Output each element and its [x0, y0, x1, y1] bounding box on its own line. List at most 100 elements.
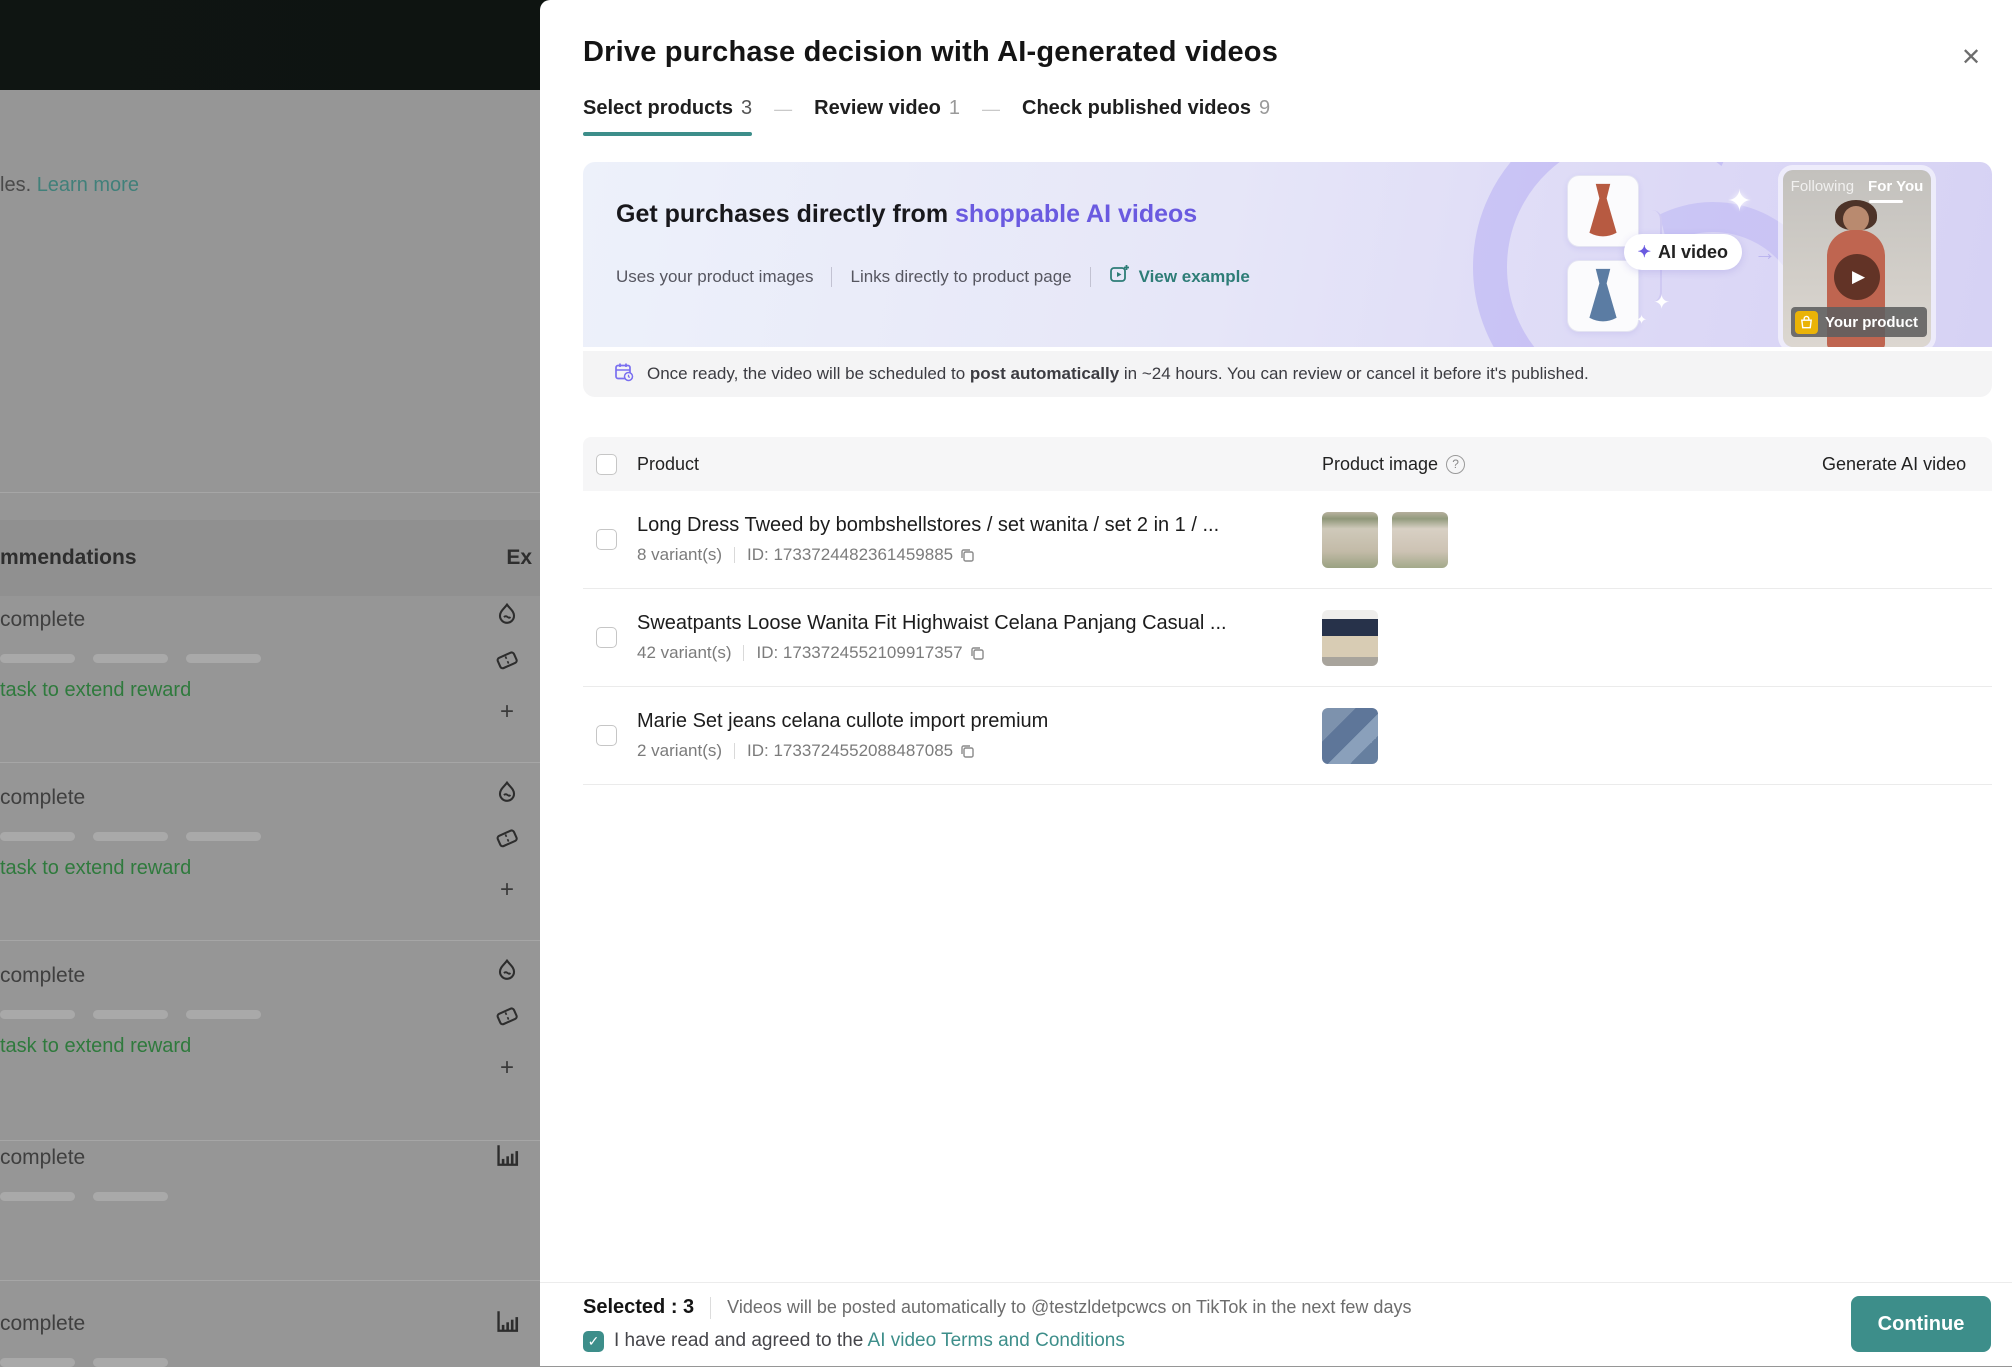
tab-label: Select products — [583, 97, 733, 120]
divider — [0, 940, 540, 941]
bar-chart-icon — [494, 1308, 520, 1339]
for-you-underline — [1869, 200, 1903, 203]
orange-dress-icon — [1574, 180, 1632, 242]
product-thumbnail — [1392, 512, 1448, 568]
stat-card: complete — [0, 1146, 540, 1201]
divider — [0, 1280, 540, 1281]
product-thumbnail — [1322, 512, 1378, 568]
product-card-dress-orange — [1567, 175, 1639, 247]
stat-card: complete — [0, 1312, 540, 1367]
calendar-clock-icon — [613, 361, 635, 388]
product-thumbnail — [1322, 610, 1378, 666]
flame-icon — [494, 958, 520, 989]
divider — [0, 492, 540, 493]
row-checkbox[interactable] — [596, 627, 617, 648]
ai-video-pill: ✦ AI video — [1624, 234, 1742, 270]
tiktok-video-preview: Following For You ▶ Your product — [1783, 170, 1931, 347]
plus-icon: + — [500, 1054, 514, 1082]
modal-footer: Selected : 3 Videos will be posted autom… — [540, 1282, 2012, 1366]
plus-icon: + — [500, 876, 514, 904]
flame-icon — [494, 602, 520, 633]
reward-icons: + — [494, 780, 520, 904]
close-icon[interactable]: ✕ — [1956, 42, 1986, 72]
progress-bar — [0, 1192, 540, 1201]
divider — [0, 762, 540, 763]
sparkle-icon: ✦ — [1636, 312, 1647, 328]
promo-banner: Get purchases directly from shoppable AI… — [583, 162, 1992, 347]
your-product-chip: Your product — [1791, 307, 1927, 337]
product-column-header: Product — [637, 454, 1322, 475]
background-section-header: mmendations Ex — [0, 520, 540, 596]
tab-label: Review video — [814, 97, 941, 120]
generate-ai-video-column-header: Generate AI video — [1822, 454, 1992, 475]
variant-count: 8 variant(s) — [637, 545, 722, 565]
extend-reward-link: task to extend reward — [0, 857, 540, 880]
copy-icon[interactable] — [959, 743, 975, 759]
row-checkbox[interactable] — [596, 725, 617, 746]
divider — [831, 267, 832, 287]
terms-checkbox[interactable]: ✓ — [583, 1331, 604, 1352]
tab-count: 1 — [949, 97, 960, 120]
reward-card: complete task to extend reward + — [0, 608, 540, 702]
schedule-note: Once ready, the video will be scheduled … — [583, 351, 1992, 397]
reward-icons: + — [494, 958, 520, 1082]
sparkle-icon: ✦ — [1638, 242, 1651, 262]
shopping-bag-icon — [1795, 311, 1818, 334]
notice-truncated-text: les. — [0, 174, 31, 196]
copy-icon[interactable] — [969, 645, 985, 661]
product-title: Sweatpants Loose Wanita Fit Highwaist Ce… — [637, 612, 1322, 635]
table-row: Marie Set jeans celana cullote import pr… — [583, 687, 1992, 785]
view-example-label: View example — [1139, 267, 1250, 287]
play-button-icon: ▶ — [1834, 254, 1880, 300]
step-tabs: Select products 3 — Review video 1 — Che… — [583, 97, 1992, 136]
view-example-link[interactable]: View example — [1109, 263, 1250, 290]
selected-count: Selected : 3 — [583, 1296, 694, 1319]
row-checkbox[interactable] — [596, 529, 617, 550]
tab-check-published-videos[interactable]: Check published videos 9 — [1022, 97, 1270, 120]
product-thumbnail — [1322, 708, 1378, 764]
product-title: Long Dress Tweed by bombshellstores / se… — [637, 514, 1322, 537]
ai-video-pill-label: AI video — [1658, 242, 1728, 263]
divider — [734, 547, 735, 563]
following-tab-label: Following — [1791, 178, 1854, 195]
reward-icons: + — [494, 602, 520, 726]
copy-icon[interactable] — [959, 547, 975, 563]
agreement-text: I have read and agreed to the AI video T… — [614, 1330, 1125, 1352]
product-title: Marie Set jeans celana cullote import pr… — [637, 710, 1322, 733]
feature-text: Uses your product images — [616, 267, 813, 287]
task-status-text: complete — [0, 786, 540, 810]
terms-and-conditions-link[interactable]: AI video Terms and Conditions — [868, 1330, 1125, 1351]
reward-card: complete task to extend reward + — [0, 786, 540, 880]
extend-reward-link: task to extend reward — [0, 679, 540, 702]
section-header-right-truncated: Ex — [506, 546, 532, 570]
continue-button[interactable]: Continue — [1851, 1296, 1991, 1352]
product-id: ID: 1733724482361459885 — [747, 545, 953, 565]
table-row: Sweatpants Loose Wanita Fit Highwaist Ce… — [583, 589, 1992, 687]
table-header-row: Product Product image ? Generate AI vide… — [583, 437, 1992, 491]
tab-count: 9 — [1259, 97, 1270, 120]
tab-count: 3 — [741, 97, 752, 120]
ai-video-modal: Drive purchase decision with AI-generate… — [540, 0, 2012, 1366]
tab-select-products[interactable]: Select products 3 — [583, 97, 752, 136]
arrow-right-icon: → — [1754, 240, 1776, 266]
select-all-checkbox[interactable] — [596, 454, 617, 475]
blue-dress-icon — [1574, 265, 1632, 327]
sparkle-icon: ✦ — [1653, 290, 1670, 315]
tab-separator: — — [982, 99, 1000, 120]
your-product-label: Your product — [1825, 314, 1918, 331]
task-status-text: complete — [0, 1146, 540, 1170]
progress-bar — [0, 654, 540, 663]
divider — [710, 1297, 711, 1319]
product-image-column-header: Product image — [1322, 454, 1438, 475]
plus-icon: + — [500, 698, 514, 726]
tab-review-video[interactable]: Review video 1 — [814, 97, 960, 120]
tab-separator: — — [774, 99, 792, 120]
ticket-icon — [494, 647, 520, 678]
recommendations-header-truncated: mmendations — [0, 546, 137, 570]
bar-chart-icon — [494, 1142, 520, 1173]
progress-bar — [0, 832, 540, 841]
help-icon[interactable]: ? — [1446, 455, 1465, 474]
ticket-icon — [494, 825, 520, 856]
learn-more-link: Learn more — [37, 174, 139, 196]
divider — [734, 743, 735, 759]
